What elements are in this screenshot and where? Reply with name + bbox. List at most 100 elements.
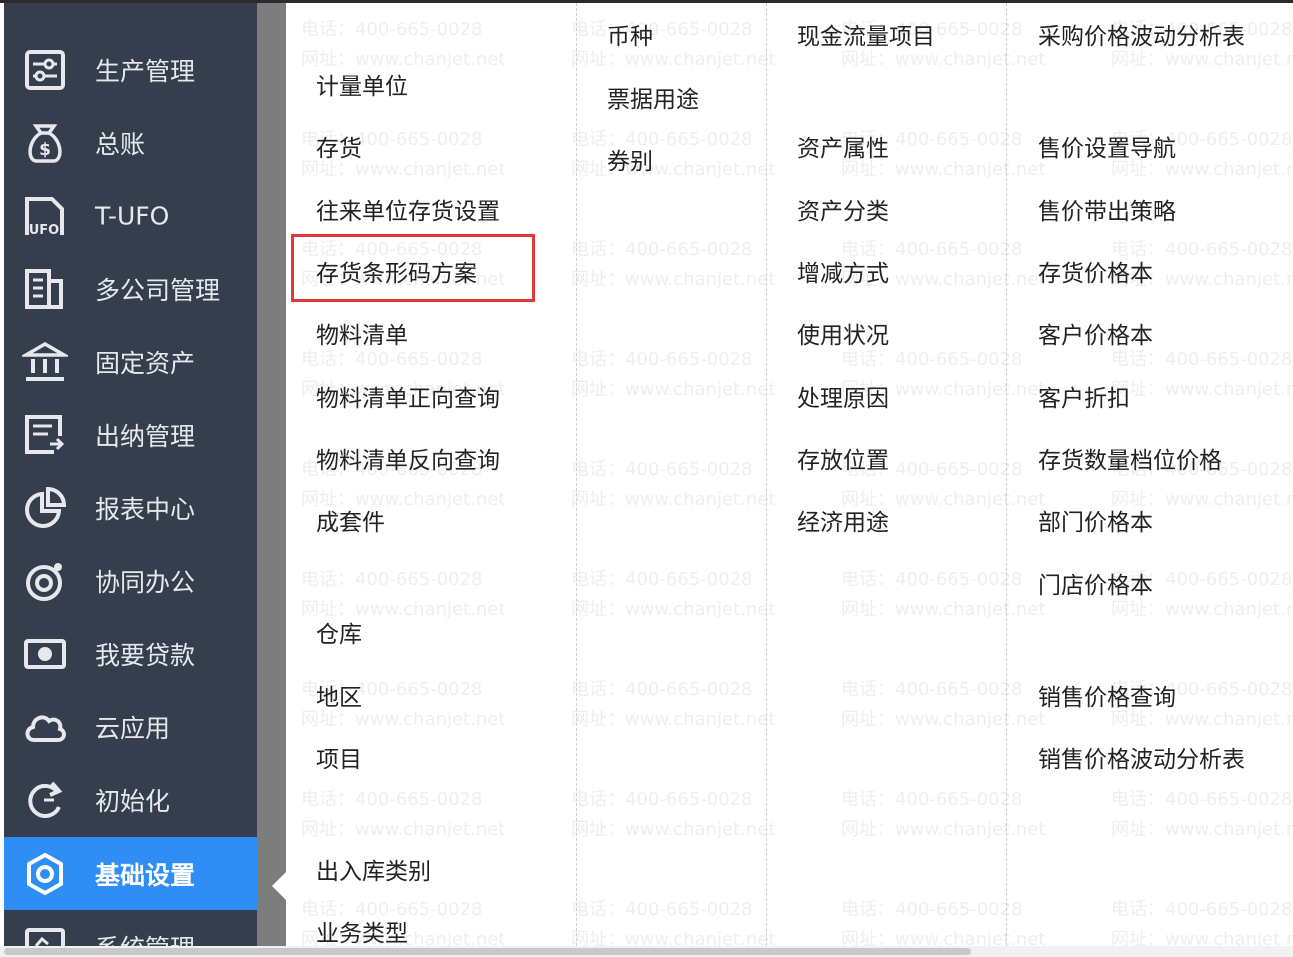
- watermark-phone: 电话：400-665-0028: [301, 899, 483, 920]
- cloud-icon: [22, 704, 68, 750]
- watermark: 电话：400-665-0028 网址：www.chanjet.net: [571, 459, 775, 511]
- sidebar-item-cloud-apps[interactable]: 云应用: [4, 690, 257, 763]
- banknote-icon: [22, 631, 68, 677]
- watermark: 电话：400-665-0028 网址：www.chanjet.net: [571, 569, 775, 621]
- menu-item-denomination[interactable]: 券别: [607, 147, 653, 177]
- watermark-url: 网址：www.chanjet.net: [1111, 819, 1293, 840]
- menu-item-price-strategy[interactable]: 售价带出策略: [1038, 197, 1176, 227]
- menu-item-bill-purpose[interactable]: 票据用途: [607, 85, 699, 115]
- menu-item-sales-price-analysis[interactable]: 销售价格波动分析表: [1038, 745, 1245, 775]
- watermark-phone: 电话：400-665-0028: [571, 679, 753, 700]
- watermark-url: 网址：www.chanjet.net: [841, 49, 1046, 70]
- sidebar-item-label: 云应用: [95, 713, 171, 743]
- sidebar-item-fixed-assets[interactable]: 固定资产: [4, 325, 257, 398]
- menu-item-inventory-price-book[interactable]: 存货价格本: [1038, 259, 1153, 289]
- watermark-url: 网址：www.chanjet.net: [841, 819, 1046, 840]
- sidebar-item-production[interactable]: 生产管理: [4, 33, 257, 106]
- watermark: 电话：400-665-0028 网址：www.chanjet.net: [571, 899, 775, 946]
- menu-item-unit[interactable]: 计量单位: [316, 72, 408, 102]
- menu-item-disposal-reason[interactable]: 处理原因: [797, 384, 889, 414]
- menu-item-quantity-tier-price[interactable]: 存货数量档位价格: [1038, 446, 1222, 476]
- sidebar-item-label: 出纳管理: [95, 421, 196, 451]
- watermark-url: 网址：www.chanjet.net: [571, 159, 776, 180]
- menu-item-cashflow[interactable]: 现金流量项目: [797, 22, 935, 52]
- menu-item-asset-category[interactable]: 资产分类: [797, 197, 889, 227]
- sidebar-item-multi-company[interactable]: 多公司管理: [4, 252, 257, 325]
- active-pointer: [272, 872, 286, 900]
- watermark-phone: 电话：400-665-0028: [1111, 349, 1293, 370]
- watermark: 电话：400-665-0028 网址：www.chanjet.net: [571, 349, 775, 401]
- watermark-phone: 电话：400-665-0028: [571, 569, 753, 590]
- menu-item-customer-discount[interactable]: 客户折扣: [1038, 384, 1130, 414]
- ufo-icon: UFO: [22, 193, 68, 239]
- watermark: 电话：400-665-0028 网址：www.chanjet.net: [571, 239, 775, 291]
- sidebar-item-label: 我要贷款: [95, 640, 196, 670]
- sidebar-item-tufo[interactable]: UFO T-UFO: [4, 179, 257, 252]
- watermark: 电话：400-665-0028 网址：www.chanjet.net: [841, 789, 1045, 841]
- menu-item-region[interactable]: 地区: [316, 683, 362, 713]
- menu-item-store-price-book[interactable]: 门店价格本: [1038, 571, 1153, 601]
- watermark-url: 网址：www.chanjet.net: [571, 709, 776, 730]
- watermark-url: 网址：www.chanjet.net: [1111, 379, 1293, 400]
- menu-item-currency[interactable]: 币种: [607, 22, 653, 52]
- menu-item-price-setup-guide[interactable]: 售价设置导航: [1038, 134, 1176, 164]
- menu-item-purchase-price-analysis[interactable]: 采购价格波动分析表: [1038, 22, 1245, 52]
- menu-item-customer-price-book[interactable]: 客户价格本: [1038, 321, 1153, 351]
- watermark-phone: 电话：400-665-0028: [841, 349, 1023, 370]
- menu-item-storage-location[interactable]: 存放位置: [797, 446, 889, 476]
- watermark-url: 网址：www.chanjet.net: [841, 929, 1046, 946]
- sidebar-item-ledger[interactable]: $ 总账: [4, 106, 257, 179]
- sidebar-item-collaboration[interactable]: 协同办公: [4, 544, 257, 617]
- menu-item-sales-price-query[interactable]: 销售价格查询: [1038, 683, 1176, 713]
- watermark-url: 网址：www.chanjet.net: [301, 819, 506, 840]
- watermark-phone: 电话：400-665-0028: [841, 679, 1023, 700]
- menu-item-project[interactable]: 项目: [316, 745, 362, 775]
- watermark-phone: 电话：400-665-0028: [841, 789, 1023, 810]
- watermark-phone: 电话：400-665-0028: [571, 19, 753, 40]
- sliders-icon: [22, 47, 68, 93]
- watermark-phone: 电话：400-665-0028: [301, 789, 483, 810]
- watermark: 电话：400-665-0028 网址：www.chanjet.net: [571, 679, 775, 731]
- svg-text:UFO: UFO: [29, 223, 60, 238]
- sidebar-item-basic-settings[interactable]: 基础设置: [4, 837, 257, 910]
- sidebar-item-cashier[interactable]: 出纳管理: [4, 398, 257, 471]
- watermark-phone: 电话：400-665-0028: [1111, 789, 1293, 810]
- menu-item-change-method[interactable]: 增减方式: [797, 259, 889, 289]
- menu-item-bom[interactable]: 物料清单: [316, 321, 408, 351]
- submenu-panel: 电话：400-665-0028 网址：www.chanjet.net 电话：400-…: [286, 3, 1293, 946]
- menu-item-inventory[interactable]: 存货: [316, 134, 362, 164]
- menu-item-usage-status[interactable]: 使用状况: [797, 321, 889, 351]
- watermark: 电话：400-665-0028 网址：www.chanjet.net: [301, 789, 505, 841]
- sidebar-item-label: T-UFO: [95, 201, 170, 230]
- menu-item-economic-use[interactable]: 经济用途: [797, 508, 889, 538]
- menu-item-bom-forward[interactable]: 物料清单正向查询: [316, 384, 500, 414]
- sidebar-item-loan[interactable]: 我要贷款: [4, 617, 257, 690]
- sidebar-item-system[interactable]: 系统管理: [4, 910, 257, 946]
- bank-icon: [22, 339, 68, 385]
- watermark-phone: 电话：400-665-0028: [571, 129, 753, 150]
- menu-item-asset-attribute[interactable]: 资产属性: [797, 134, 889, 164]
- watermark-phone: 电话：400-665-0028: [841, 239, 1023, 260]
- watermark: 电话：400-665-0028 网址：www.chanjet.net: [1111, 789, 1293, 841]
- menu-item-kit[interactable]: 成套件: [316, 508, 385, 538]
- menu-item-business-type[interactable]: 业务类型: [316, 919, 408, 946]
- sidebar-item-report-center[interactable]: 报表中心: [4, 471, 257, 544]
- menu-item-dept-price-book[interactable]: 部门价格本: [1038, 508, 1153, 538]
- scrollbar-thumb[interactable]: [4, 948, 971, 955]
- sidebar-item-label: 初始化: [95, 786, 171, 816]
- collaboration-icon: [22, 558, 68, 604]
- sidebar-item-partial[interactable]: [4, 3, 257, 36]
- watermark: 电话：400-665-0028 网址：www.chanjet.net: [841, 679, 1045, 731]
- menu-item-io-category[interactable]: 出入库类别: [316, 857, 431, 887]
- horizontal-scrollbar[interactable]: [0, 946, 1293, 957]
- sidebar-item-label: 固定资产: [95, 348, 196, 378]
- sidebar-item-label: 协同办公: [95, 567, 196, 597]
- sidebar-item-initialize[interactable]: 初始化: [4, 763, 257, 836]
- menu-item-warehouse[interactable]: 仓库: [316, 620, 362, 650]
- watermark: 电话：400-665-0028 网址：www.chanjet.net: [841, 569, 1045, 621]
- menu-item-bom-reverse[interactable]: 物料清单反向查询: [316, 446, 500, 476]
- watermark-url: 网址：www.chanjet.net: [571, 489, 776, 510]
- money-bag-icon: $: [22, 120, 68, 166]
- menu-item-partner-inventory[interactable]: 往来单位存货设置: [316, 197, 500, 227]
- svg-text:$: $: [39, 140, 51, 160]
